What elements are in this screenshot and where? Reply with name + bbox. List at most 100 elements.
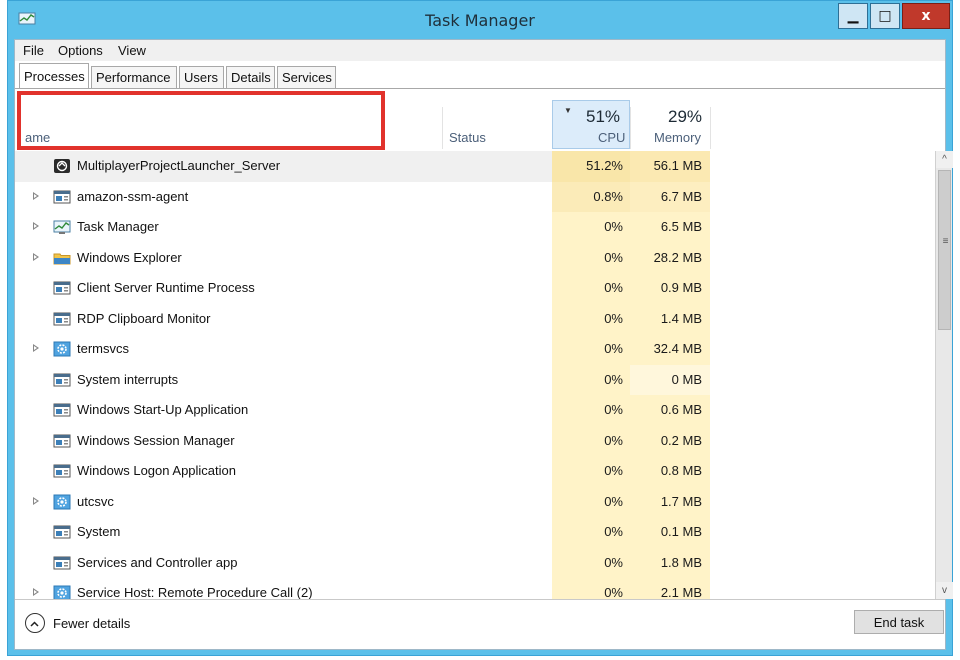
process-row[interactable]: Task Manager 0% 6.5 MB — [15, 212, 935, 243]
process-row[interactable]: amazon-ssm-agent 0.8% 6.7 MB — [15, 181, 935, 213]
process-name: Client Server Runtime Process — [77, 280, 255, 295]
tab-details[interactable]: Details — [226, 66, 275, 88]
cpu-value: 0.8% — [552, 181, 630, 212]
menu-file[interactable]: File — [23, 43, 44, 58]
cpu-value: 0% — [552, 303, 630, 334]
process-name: amazon-ssm-agent — [77, 188, 189, 204]
process-row[interactable]: MultiplayerProjectLauncher_Server 51.2% 56… — [15, 151, 935, 182]
cpu-value: 0% — [552, 547, 630, 578]
menu-view[interactable]: View — [118, 43, 146, 58]
memory-value: 1.8 MB — [630, 547, 710, 578]
vertical-scrollbar[interactable]: ^ ≡ v — [935, 151, 953, 599]
process-row[interactable]: System 0% 0.1 MB — [15, 517, 935, 548]
end-task-button[interactable]: End task — [854, 610, 944, 634]
maximize-button[interactable]: □ — [870, 3, 900, 29]
memory-value: 6.7 MB — [630, 181, 710, 212]
scroll-up-icon[interactable]: ^ — [936, 151, 953, 168]
title-bar[interactable]: Task Manager ▁ □ x — [8, 1, 952, 39]
process-name-cell[interactable]: RDP Clipboard Monitor — [15, 304, 552, 335]
process-row[interactable]: Client Server Runtime Process 0% 0.9 MB — [15, 273, 935, 304]
process-name-cell[interactable]: MultiplayerProjectLauncher_Server — [15, 151, 552, 182]
tab-services[interactable]: Services — [277, 66, 336, 88]
gear-icon — [53, 494, 71, 510]
scroll-down-icon[interactable]: v — [936, 582, 953, 599]
expand-arrow-icon[interactable] — [33, 496, 39, 505]
process-name-cell[interactable]: System — [15, 517, 552, 548]
app-window-icon — [53, 311, 71, 327]
launcher-icon — [53, 158, 71, 174]
process-row[interactable]: Service Host: Remote Procedure Call (2) 0… — [15, 578, 935, 599]
chevron-up-icon — [25, 613, 45, 633]
process-row[interactable]: utcsvc 0% 1.7 MB — [15, 486, 935, 518]
close-button[interactable]: x — [902, 3, 950, 29]
process-name: Task Manager — [77, 219, 159, 234]
sort-down-icon: ▼ — [564, 106, 572, 115]
grip-icon: ≡ — [942, 236, 949, 247]
process-name-cell[interactable]: Windows Session Manager — [15, 426, 552, 457]
memory-value: 6.5 MB — [630, 212, 710, 243]
expand-arrow-icon[interactable] — [33, 344, 39, 352]
scroll-thumb[interactable]: ≡ — [938, 170, 951, 330]
task-manager-window: Task Manager ▁ □ x File Options View Pro… — [7, 0, 953, 656]
process-row[interactable]: Windows Session Manager 0% 0.2 MB — [15, 425, 935, 457]
process-name-cell[interactable]: System interrupts — [15, 365, 552, 396]
memory-value: 56.1 MB — [630, 151, 710, 182]
memory-value: 0.8 MB — [630, 456, 710, 487]
cpu-value: 0% — [552, 456, 630, 487]
process-name-cell[interactable]: Windows Start-Up Application — [15, 395, 552, 426]
process-name-cell[interactable]: Service Host: Remote Procedure Call (2) — [15, 578, 552, 599]
process-name: Windows Session Manager — [77, 432, 235, 448]
tab-performance[interactable]: Performance — [91, 66, 177, 88]
menu-bar: File Options View — [15, 40, 945, 61]
process-name: Windows Explorer — [77, 249, 182, 265]
app-window-icon — [53, 402, 71, 418]
column-memory-header[interactable]: Memory — [654, 130, 701, 145]
process-name-cell[interactable]: termsvcs — [15, 334, 552, 365]
app-window-icon — [53, 189, 71, 205]
process-row[interactable]: System interrupts 0% 0 MB — [15, 364, 935, 396]
expand-arrow-icon[interactable] — [33, 588, 39, 596]
menu-options[interactable]: Options — [58, 43, 103, 58]
expand-arrow-icon[interactable] — [33, 222, 39, 230]
app-window-icon — [53, 433, 71, 449]
process-name-cell[interactable]: Windows Logon Application — [15, 456, 552, 487]
process-row[interactable]: termsvcs 0% 32.4 MB — [15, 334, 935, 365]
cpu-value: 0% — [552, 425, 630, 456]
expand-arrow-icon[interactable] — [33, 191, 39, 200]
cpu-value: 0% — [552, 334, 630, 365]
app-window-icon — [53, 555, 71, 571]
memory-value: 1.7 MB — [630, 486, 710, 517]
memory-value: 1.4 MB — [630, 303, 710, 334]
cpu-value: 0% — [552, 273, 630, 304]
process-row[interactable]: RDP Clipboard Monitor 0% 1.4 MB — [15, 303, 935, 335]
app-window-icon — [53, 524, 71, 540]
memory-value: 0.2 MB — [630, 425, 710, 456]
folder-icon — [53, 250, 71, 266]
process-row[interactable]: Windows Start-Up Application 0% 0.6 MB — [15, 395, 935, 426]
process-name-cell[interactable]: Windows Explorer — [15, 243, 552, 274]
column-name-header[interactable]: ame — [25, 130, 50, 145]
process-name: System interrupts — [77, 371, 179, 387]
expand-arrow-icon[interactable] — [33, 252, 39, 261]
process-name-cell[interactable]: Task Manager — [15, 212, 552, 243]
tab-users[interactable]: Users — [179, 66, 224, 88]
tab-processes[interactable]: Processes — [19, 63, 89, 89]
cpu-value: 0% — [552, 578, 630, 599]
memory-value: 28.2 MB — [630, 242, 710, 273]
minimize-button[interactable]: ▁ — [838, 3, 868, 29]
memory-value: 0.9 MB — [630, 273, 710, 304]
process-row[interactable]: Services and Controller app 0% 1.8 MB — [15, 547, 935, 579]
memory-value: 0 MB — [630, 364, 710, 395]
process-row[interactable]: Windows Explorer 0% 28.2 MB — [15, 242, 935, 274]
app-window-icon — [53, 463, 71, 479]
column-status-header[interactable]: Status — [449, 130, 486, 145]
process-list: MultiplayerProjectLauncher_Server 51.2% 56… — [15, 151, 935, 599]
column-separator — [630, 107, 631, 149]
cpu-value: 51.2% — [552, 151, 630, 182]
process-name-cell[interactable]: utcsvc — [15, 487, 552, 518]
process-name-cell[interactable]: amazon-ssm-agent — [15, 182, 552, 213]
process-name-cell[interactable]: Services and Controller app — [15, 548, 552, 579]
process-row[interactable]: Windows Logon Application 0% 0.8 MB — [15, 456, 935, 487]
process-name-cell[interactable]: Client Server Runtime Process — [15, 273, 552, 304]
process-name: Windows Start-Up Application — [77, 402, 249, 417]
